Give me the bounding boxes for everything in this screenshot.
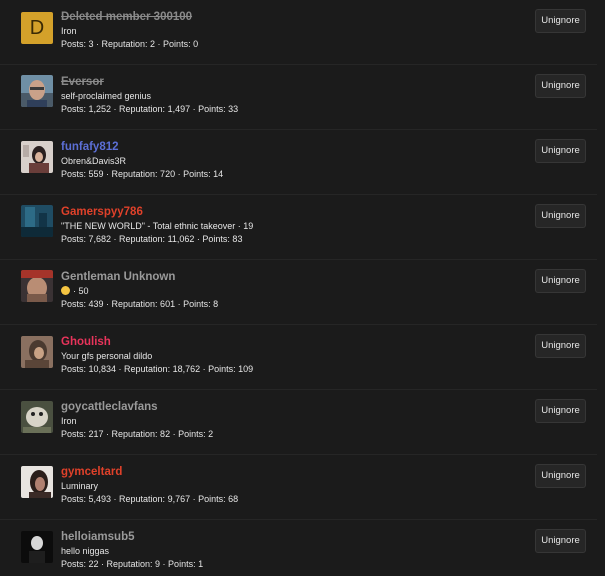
member-stats: Posts: 22 · Reputation: 9 · Points: 1 bbox=[61, 559, 204, 569]
member-name[interactable]: Ghoulish bbox=[61, 335, 521, 349]
unignore-button[interactable]: Unignore bbox=[535, 9, 586, 33]
avatar[interactable] bbox=[21, 141, 53, 173]
member-name[interactable]: goycattleclavfans bbox=[61, 400, 521, 414]
avatar[interactable] bbox=[21, 466, 53, 498]
unignore-button[interactable]: Unignore bbox=[535, 204, 586, 228]
unignore-button[interactable]: Unignore bbox=[535, 139, 586, 163]
member-name[interactable]: Deleted member 300100 bbox=[61, 10, 521, 24]
unignore-button[interactable]: Unignore bbox=[535, 269, 586, 293]
ignored-members-list: D Deleted member 300100 Iron Posts: 3 · … bbox=[0, 0, 605, 576]
unignore-button[interactable]: Unignore bbox=[535, 74, 586, 98]
avatar[interactable] bbox=[21, 531, 53, 563]
member-stats: Posts: 439 · Reputation: 601 · Points: 8 bbox=[61, 299, 219, 309]
member-stats: Posts: 559 · Reputation: 720 · Points: 1… bbox=[61, 169, 224, 179]
smiley-icon bbox=[61, 286, 70, 295]
member-name[interactable]: Gentleman Unknown bbox=[61, 270, 521, 284]
member-title: hello niggas bbox=[61, 546, 110, 556]
unignore-button[interactable]: Unignore bbox=[535, 464, 586, 488]
avatar[interactable] bbox=[21, 205, 53, 237]
member-row: funfafy812 Obren&Davis3R Posts: 559 · Re… bbox=[0, 130, 597, 195]
member-row: Gamerspyy786 "THE NEW WORLD" - Total eth… bbox=[0, 195, 597, 260]
member-row: helloiamsub5 hello niggas Posts: 22 · Re… bbox=[0, 520, 597, 576]
member-name[interactable]: Gamerspyy786 bbox=[61, 205, 521, 219]
avatar[interactable] bbox=[21, 336, 53, 368]
member-stats: Posts: 1,252 · Reputation: 1,497 · Point… bbox=[61, 104, 239, 114]
member-stats: Posts: 217 · Reputation: 82 · Points: 2 bbox=[61, 429, 214, 439]
member-row: Ghoulish Your gfs personal dildo Posts: … bbox=[0, 325, 597, 390]
unignore-button[interactable]: Unignore bbox=[535, 334, 586, 358]
member-row: Eversor self-proclaimed genius Posts: 1,… bbox=[0, 65, 597, 130]
member-row: Gentleman Unknown · 50 Posts: 439 · Repu… bbox=[0, 260, 597, 325]
member-title: self-proclaimed genius bbox=[61, 91, 152, 101]
avatar[interactable]: D bbox=[21, 12, 53, 44]
member-title: Your gfs personal dildo bbox=[61, 351, 153, 361]
member-title: · 50 bbox=[73, 286, 89, 296]
member-title: Iron bbox=[61, 416, 77, 426]
member-title-row: · 50 bbox=[61, 285, 521, 297]
member-title: Luminary bbox=[61, 481, 99, 491]
member-name[interactable]: funfafy812 bbox=[61, 140, 521, 154]
member-stats: Posts: 10,834 · Reputation: 18,762 · Poi… bbox=[61, 364, 254, 374]
avatar-letter: D bbox=[29, 17, 45, 39]
member-stats: Posts: 5,493 · Reputation: 9,767 · Point… bbox=[61, 494, 239, 504]
unignore-button[interactable]: Unignore bbox=[535, 529, 586, 553]
member-row: gymceltard Luminary Posts: 5,493 · Reput… bbox=[0, 455, 597, 520]
avatar[interactable] bbox=[21, 270, 53, 302]
member-name[interactable]: Eversor bbox=[61, 75, 521, 89]
member-title: Obren&Davis3R bbox=[61, 156, 127, 166]
member-stats: Posts: 7,682 · Reputation: 11,062 · Poin… bbox=[61, 234, 243, 244]
member-name[interactable]: helloiamsub5 bbox=[61, 530, 521, 544]
member-name[interactable]: gymceltard bbox=[61, 465, 521, 479]
avatar[interactable] bbox=[21, 401, 53, 433]
member-row: D Deleted member 300100 Iron Posts: 3 · … bbox=[0, 0, 597, 65]
member-row: goycattleclavfans Iron Posts: 217 · Repu… bbox=[0, 390, 597, 455]
avatar[interactable] bbox=[21, 75, 53, 107]
member-title: "THE NEW WORLD" - Total ethnic takeover … bbox=[61, 221, 254, 231]
unignore-button[interactable]: Unignore bbox=[535, 399, 586, 423]
member-stats: Posts: 3 · Reputation: 2 · Points: 0 bbox=[61, 39, 199, 49]
member-title: Iron bbox=[61, 26, 77, 36]
